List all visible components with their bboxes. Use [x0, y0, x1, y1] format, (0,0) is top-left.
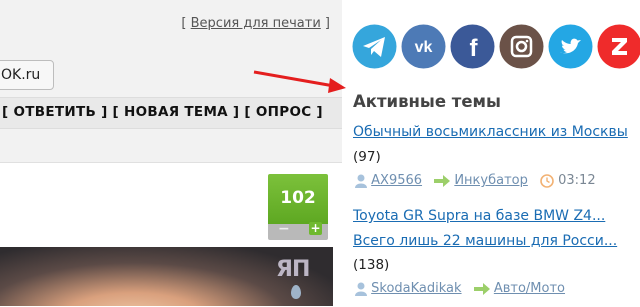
- topic-forum-link[interactable]: Авто/Мото: [494, 281, 565, 296]
- vk-icon[interactable]: vk: [401, 24, 446, 69]
- arrow-right-icon: [474, 283, 490, 295]
- social-links: vk f: [352, 24, 640, 70]
- topic-meta: AX9566 Инкубатор 03:12: [355, 173, 596, 191]
- rating-plus-button[interactable]: +: [309, 222, 322, 235]
- topic-reply-count: (97): [353, 149, 381, 165]
- facebook-icon[interactable]: f: [450, 24, 495, 69]
- topic-link[interactable]: Обычный восьмиклассник из Москвы: [353, 124, 628, 140]
- svg-text:f: f: [470, 35, 479, 62]
- topic-link[interactable]: Toyota GR Supra на базе BMW Z4...: [353, 208, 605, 224]
- telegram-icon[interactable]: [352, 24, 397, 69]
- user-icon: [355, 282, 367, 296]
- twitter-icon[interactable]: [548, 24, 593, 69]
- topic-time: 03:12: [558, 173, 595, 188]
- drop-icon: [291, 285, 301, 299]
- red-arrow-icon: [252, 62, 352, 102]
- print-version-link[interactable]: Версия для печати: [191, 16, 321, 31]
- topic-link-line2[interactable]: Всего лишь 22 машины для Росси...: [353, 233, 617, 249]
- user-icon: [355, 174, 367, 188]
- topic-actions[interactable]: [ ОТВЕТИТЬ ] [ НОВАЯ ТЕМА ] [ ОПРОС ]: [2, 104, 323, 120]
- print-version: [ Версия для печати ]: [181, 16, 330, 31]
- active-topics-title: Активные темы: [353, 92, 501, 111]
- zen-icon[interactable]: [597, 24, 640, 69]
- rating-controls: − +: [268, 224, 328, 240]
- topic-author-link[interactable]: SkodaKadikak: [371, 281, 461, 296]
- topic-meta: SkodaKadikak Авто/Мото: [355, 281, 573, 299]
- post-rating: 102 − +: [268, 174, 328, 240]
- topic-reply-count: (138): [353, 257, 389, 273]
- topic-author-link[interactable]: AX9566: [371, 173, 422, 188]
- svg-text:vk: vk: [415, 39, 433, 56]
- topic-toolbar: [ Версия для печати ]: [0, 6, 342, 40]
- ok-ru-share-button[interactable]: OK.ru: [0, 60, 54, 90]
- rating-minus-button[interactable]: −: [278, 221, 290, 237]
- topic-column: [ Версия для печати ] OK.ru [ ОТВЕТИТЬ ]…: [0, 0, 342, 306]
- instagram-icon[interactable]: [499, 24, 544, 69]
- post-image: ЯП: [0, 247, 333, 306]
- watermark-logo: ЯП: [276, 257, 309, 282]
- clock-icon: [540, 174, 554, 188]
- arrow-right-icon: [434, 175, 450, 187]
- rating-value: 102: [268, 174, 328, 224]
- topic-forum-link[interactable]: Инкубатор: [454, 173, 528, 188]
